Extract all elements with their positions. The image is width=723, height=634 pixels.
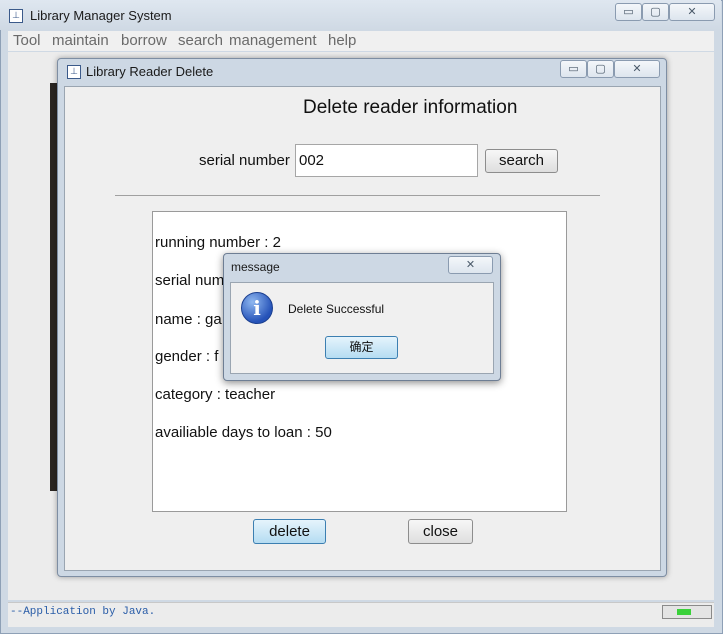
menu-bar (8, 31, 714, 51)
info-loan-days: availiable days to loan : 50 (155, 424, 332, 441)
java-app-icon: ⊥ (67, 65, 81, 79)
delete-button[interactable]: delete (253, 519, 326, 544)
background-image-strip (50, 83, 57, 491)
window-title: Library Manager System (30, 8, 172, 23)
maximize-button[interactable]: ▢ (642, 3, 669, 21)
reader-delete-title: Library Reader Delete (86, 64, 214, 79)
minimize-button[interactable]: ▭ (615, 3, 642, 21)
serial-number-input[interactable] (295, 144, 478, 177)
search-button[interactable]: search (485, 149, 558, 173)
information-icon: i (241, 292, 273, 324)
page-heading: Delete reader information (303, 97, 518, 118)
info-serial-number: serial num (155, 272, 225, 289)
message-close-button[interactable]: ✕ (448, 256, 493, 274)
info-running-number: running number : 2 (155, 234, 281, 251)
menu-borrow[interactable]: borrow (121, 32, 167, 49)
info-gender: gender : f (155, 348, 219, 365)
info-category: category : teacher (155, 386, 276, 403)
close-window-button[interactable]: ✕ (669, 3, 715, 21)
menu-tool[interactable]: Tool (13, 32, 41, 49)
serial-number-label: serial number (199, 152, 290, 169)
separator (115, 195, 600, 196)
menu-maintain[interactable]: maintain (52, 32, 109, 49)
progress-indicator (662, 605, 712, 619)
frame-close-button[interactable]: ✕ (614, 60, 660, 78)
message-dialog-title: message (231, 260, 280, 274)
info-name: name : ga (155, 311, 222, 328)
java-app-icon: ⊥ (9, 9, 23, 23)
progress-fill (677, 609, 691, 615)
ok-button[interactable]: 确定 (325, 336, 398, 359)
message-dialog-body (230, 282, 494, 374)
frame-maximize-button[interactable]: ▢ (587, 60, 614, 78)
close-button[interactable]: close (408, 519, 473, 544)
status-text: --Application by Java. (10, 606, 156, 618)
menu-help[interactable]: help (328, 32, 356, 49)
message-text: Delete Successful (288, 302, 385, 316)
menu-search[interactable]: search (178, 32, 223, 49)
menu-management[interactable]: management (229, 32, 317, 49)
frame-minimize-button[interactable]: ▭ (560, 60, 587, 78)
